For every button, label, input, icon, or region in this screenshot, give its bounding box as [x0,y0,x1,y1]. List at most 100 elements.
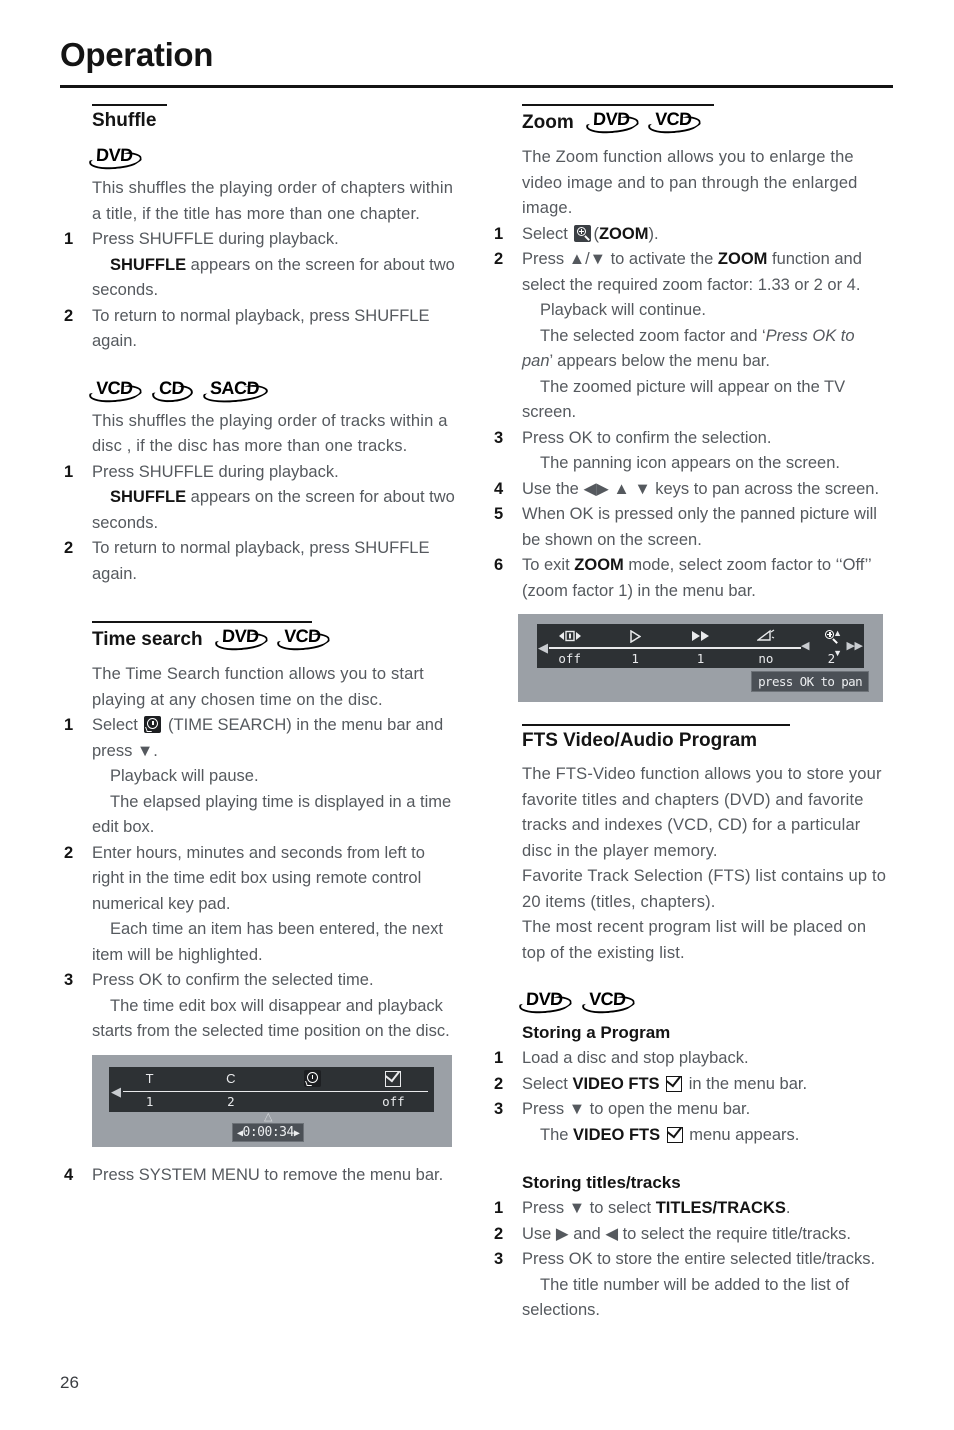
menu-column-fts[interactable]: off [353,1066,434,1112]
time-search-icon [144,716,162,734]
step-number: 1 [64,230,74,249]
menu-column-fast-forward[interactable]: 1 [668,624,733,668]
angle-icon-glyph [756,629,775,641]
time-edit-value: 0:00:34 [242,1124,295,1140]
menu-value: 1 [145,1093,154,1109]
step-text: To return to normal playback, press SHUF… [92,539,430,583]
disc-logos-vcd-cd-sacd: VCD CD SACD [92,377,458,405]
storing-titles-note-3: The title number will be added to the li… [522,1273,888,1324]
step-text: Press SHUFFLE during playback. [92,230,339,249]
note-text: The panning icon appears on the screen. [540,454,840,472]
manual-page: Operation Shuffle DVD This shuffles the … [0,0,954,1430]
menu-column-title[interactable]: T 1 [109,1067,190,1112]
menu-column-chapter[interactable]: C 2 [190,1067,271,1112]
menu-column-play[interactable]: 1 [602,624,667,668]
note-keyword: VIDEO FTS [573,1125,661,1144]
menu-value: 1 [696,651,705,666]
disc-logo-sacd: SACD [206,378,262,404]
step-text: Load a disc and stop playback. [522,1049,749,1068]
zoom-note-2c: The zoomed picture will appear on the TV… [522,375,888,426]
note-text: The zoomed picture will appear on the TV… [522,377,846,422]
shuffle-disc-step-1: 1 Press SHUFFLE during playback. [64,460,458,486]
zoom-note-3: The panning icon appears on the screen. [522,451,888,477]
heading-rule [92,104,167,106]
menu-scroll-left-icon[interactable]: ◀ [538,641,548,654]
zoom-up-arrow-icon[interactable]: ▲ [833,628,842,638]
zoom-stepper[interactable]: ▲ ▼ [833,628,842,658]
step-number: 1 [494,224,504,243]
disc-logo-cd: CD [155,378,187,404]
zoom-step-1: 1 Select (ZOOM). [494,222,888,248]
note-text-pre: The selected zoom factor and ‘ [540,326,766,345]
time-search-note-2: Each time an item has been entered, the … [92,917,458,968]
note-keyword: SHUFFLE [110,488,187,507]
shuffle-dvd-intro: This shuffles the playing order of chapt… [92,179,454,223]
menu-value: off [558,651,581,666]
menu-scroll-right-icon[interactable]: ▶ [855,641,863,652]
step-number: 2 [494,1224,504,1243]
step-keyword: ZOOM [717,250,768,268]
note-text: Playback will pause. [110,767,259,786]
disc-logo-dvd: DVD [92,145,136,171]
step-number: 2 [64,306,74,325]
zoom-select-left-icon[interactable]: ◀ [801,641,809,652]
press-ok-to-pan-label: press OK to pan [751,671,869,692]
menu-column-time-search[interactable] [272,1067,353,1112]
disc-logo-vcd: VCD [280,626,324,652]
step-text: Press SYSTEM MENU to remove the menu bar… [92,1165,444,1184]
play-icon [629,626,642,646]
step-number: 1 [64,716,74,735]
step-text: Press OK to store the entire selected ti… [522,1250,876,1269]
time-search-step-1: 1 Select (TIME SEARCH) in the menu bar a… [64,713,458,764]
section-heading-zoom: Zoom DVD VCD [522,104,714,135]
step-text-pre: Select [522,224,573,243]
step-keyword: TITLES/TRACKS [655,1199,786,1218]
step-number: 1 [494,1049,504,1068]
disc-logo-dvd: DVD [522,989,566,1015]
shuffle-disc-step-2: 2 To return to normal playback, press SH… [64,536,458,587]
step-keyword: VIDEO FTS [572,1074,660,1093]
step-number: 2 [494,1074,504,1093]
step-number: 3 [494,1100,504,1119]
time-search-note-3: The time edit box will disappear and pla… [92,994,458,1045]
step-text: Press OK to confirm the selected time. [92,971,374,990]
note-text-post: ’ appears below the menu bar. [549,352,770,370]
menu-column-angle[interactable]: no [733,624,798,668]
note-keyword: SHUFFLE [110,255,187,274]
checkbox-icon [666,1122,683,1143]
checkbox-icon [666,1071,683,1092]
zoom-screenshot: off 1 1 no 2 ◀ ◀ ▲ ▼ ▶ ▶ press OK to pan [518,614,883,702]
storing-titles-step-3: 3 Press OK to store the entire selected … [494,1247,888,1273]
step-text: To return to normal playback, press SHUF… [92,306,430,351]
zoom-note-2b: The selected zoom factor and ‘Press OK t… [522,324,888,375]
disc-logo-dvd: DVD [218,626,262,652]
time-search-step-2: 2 Enter hours, minutes and seconds from … [64,841,458,918]
time-search-intro: The Time Search function allows you to s… [92,665,424,709]
menu-scroll-left-icon[interactable]: ◀ [111,1085,121,1098]
time-edit-right-arrow-icon[interactable]: ▶ [294,1128,300,1139]
disc-logos-dvd-vcd: DVD VCD [522,988,888,1016]
fts-para-2: Favorite Track Selection (FTS) list cont… [522,867,887,911]
menu-value: off [382,1093,405,1109]
shuffle-dvd-note-1: SHUFFLE appears on the screen for about … [92,253,458,304]
zoom-down-arrow-icon[interactable]: ▼ [833,648,842,658]
step-text: Press SHUFFLE during playback. [92,462,339,481]
menu-separator [549,647,801,649]
step-number: 3 [494,428,504,447]
fast-forward-icon-glyph [691,631,709,641]
subheading-storing-a-program: Storing a Program [522,1023,671,1043]
time-edit-box[interactable]: ◀0:00:34▶ [232,1122,305,1142]
zoom-step-2: 2 Press ▲/▼ to activate the ZOOM functio… [494,247,888,298]
storing-program-step-1: 1 Load a disc and stop playback. [494,1046,888,1072]
step-text-a: To exit [522,556,575,574]
angle-icon [756,626,775,646]
step-number: 1 [494,1199,504,1218]
time-search-step-3: 3 Press OK to confirm the selected time. [64,968,458,994]
step-number: 6 [494,556,504,574]
step-text-pre: Select [92,716,143,735]
step-number: 3 [494,1250,504,1269]
note-text: Each time an item has been entered, the … [92,920,443,964]
fast-forward-icon [691,626,711,646]
left-column: Shuffle DVD This shuffles the playing or… [60,104,458,1188]
shuffle-disc-intro: This shuffles the playing order of track… [92,411,448,456]
